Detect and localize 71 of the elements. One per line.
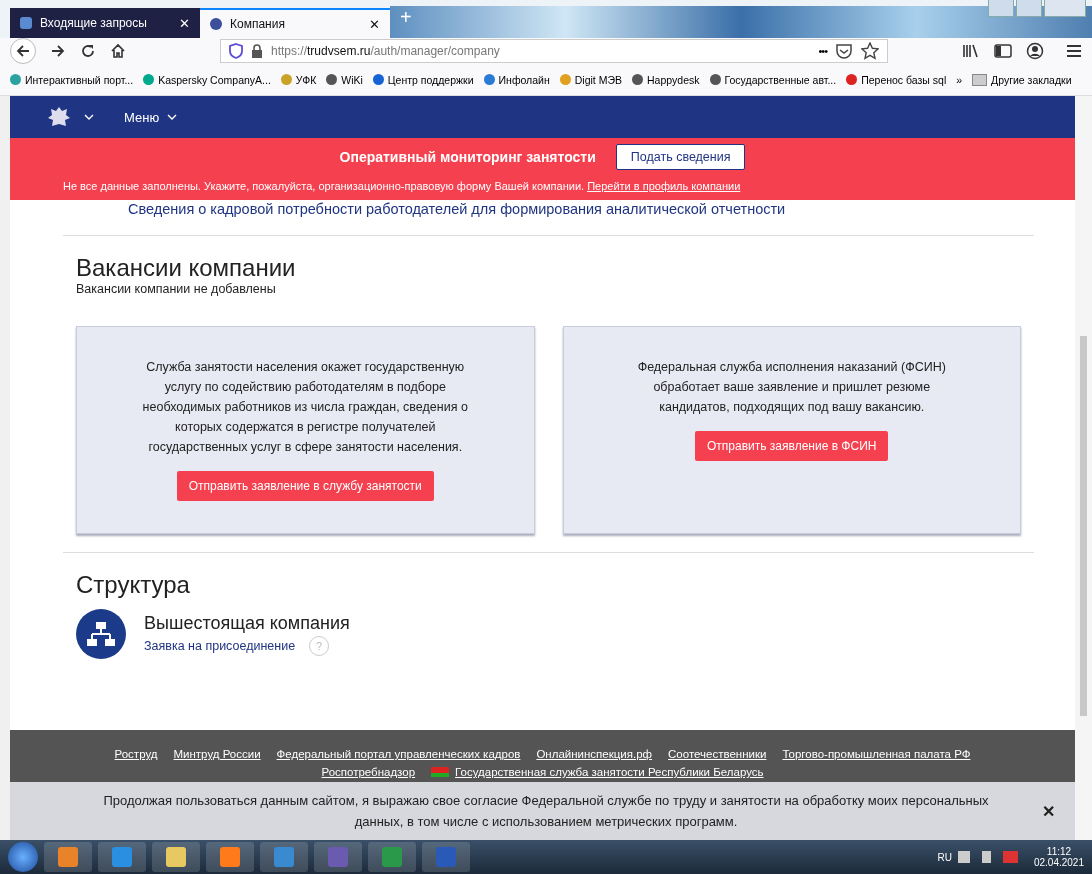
bookmark[interactable]: Центр поддержки (372, 73, 474, 86)
shield-icon (229, 43, 243, 59)
menu-icon[interactable] (1066, 44, 1082, 58)
footer-link[interactable]: Государственная служба занятости Республики Беларусь (455, 766, 764, 778)
section-title: Вакансии компании (76, 254, 297, 282)
profile-link[interactable]: Перейти в профиль компании (587, 180, 741, 192)
join-request-link[interactable]: Заявка на присоединение (144, 638, 296, 653)
taskbar-app-icon[interactable] (368, 842, 416, 872)
more-icon[interactable]: ••• (818, 45, 827, 57)
bookmark[interactable]: Перенос базы sql (846, 73, 947, 86)
back-arrow-icon (15, 43, 31, 59)
lock-icon (251, 44, 263, 58)
pocket-icon[interactable] (835, 42, 853, 60)
empty-message: Вакансии компании не добавлены (76, 282, 277, 296)
footer-link[interactable]: Торгово-промышленная палата РФ (782, 748, 971, 760)
flag-icon (431, 767, 450, 777)
sidebar-icon[interactable] (994, 43, 1012, 59)
footer-link[interactable]: Роструд (114, 748, 158, 760)
bookmark[interactable]: Инфолайн (483, 73, 550, 86)
start-button[interactable] (8, 842, 38, 872)
bookmark[interactable]: Happydesk (632, 73, 700, 86)
star-icon[interactable] (861, 42, 879, 60)
parent-company-label: Вышестоящая компания (144, 612, 350, 634)
alert-message: Не все данные заполнены. Укажите, пожалуйста, организационно-правовую форму Вашей компании. (63, 180, 585, 192)
close-button[interactable]: ✕ (1042, 801, 1055, 821)
bookmark[interactable]: Kaspersky CompanyA... (143, 73, 271, 86)
bookmark-folder[interactable]: Другие закладки (972, 73, 1072, 86)
menu-button[interactable]: Меню (124, 109, 178, 125)
footer-link[interactable]: Роспотребнадзор (321, 766, 416, 778)
back-button[interactable] (10, 38, 36, 64)
close-icon[interactable]: ✕ (369, 16, 380, 32)
cookie-notice: Продолжая пользоваться данным сайтом, я выражаю свое согласие Федеральной службе по труду и занятости на обработку моих персональных данных, в том числе с использованием метрических программ. (102, 792, 990, 831)
section-title: Структура (76, 571, 191, 599)
clock-time: 11:12 (1046, 846, 1072, 857)
footer-link[interactable]: Минтруд России (173, 748, 261, 760)
send-button[interactable]: Отправить заявление в ФСИН (695, 431, 889, 461)
report-link[interactable]: Сведения о кадровой потребности работодателей для формирования аналитической отчетности (128, 201, 786, 217)
bookmark[interactable]: Интерактивный порт... (10, 73, 134, 86)
alert-title: Оперативный мониторинг занятости (339, 149, 596, 165)
address-bar[interactable]: https://trudvsem.ru/auth/manager/company ••• (220, 39, 888, 63)
reload-icon[interactable] (80, 43, 96, 59)
bookmark[interactable]: WiKi (326, 73, 363, 86)
close-icon[interactable]: ✕ (179, 15, 190, 31)
more-bookmarks-button[interactable]: » (956, 73, 963, 86)
clock-date: 02.04.2021 (1033, 857, 1084, 868)
scrollbar[interactable] (1075, 96, 1092, 840)
hierarchy-icon (76, 609, 126, 659)
logo-icon (20, 17, 32, 29)
chevron-icon (167, 114, 178, 120)
send-button[interactable]: Отправить заявление в службу занятости (176, 471, 434, 501)
footer-link[interactable]: Соотечественники (668, 748, 767, 760)
card-text: Федеральная служба исполнения наказаний (ФСИН) обработает ваше заявление и пришлет резюме кандидатов, подходящих под вашу вакансию. (636, 359, 947, 416)
language-indicator[interactable]: RU (937, 851, 952, 863)
browser-tab[interactable]: Компания ✕ (200, 8, 390, 38)
card-text: Служба занятости населения окажет государственную услугу по содействию работодателям в подборе необходимых работников из числа граждан, сведения о которых содержатся в регистре получателей государственных услуг в сфере занятости населения. (141, 359, 469, 456)
bookmark[interactable]: УФК (280, 73, 317, 86)
taskbar-app-icon[interactable] (206, 842, 254, 872)
account-icon[interactable] (1026, 42, 1044, 60)
forward-icon[interactable] (50, 43, 66, 59)
footer-link[interactable]: Федеральный портал управленческих кадров (276, 748, 521, 760)
footer-link[interactable]: Онлайнинспекция.рф (536, 748, 653, 760)
browser-tab[interactable]: Входящие запросы ✕ (10, 8, 200, 38)
taskbar-app-icon[interactable] (44, 842, 92, 872)
library-icon[interactable] (962, 43, 980, 59)
bookmark[interactable]: Государственные авт... (709, 73, 837, 86)
taskbar-app-icon[interactable] (98, 842, 146, 872)
bookmark[interactable]: Digit МЭВ (559, 73, 622, 86)
chevron-icon[interactable] (84, 114, 94, 120)
submit-button[interactable]: Подать сведения (615, 144, 746, 170)
home-icon[interactable] (110, 43, 126, 59)
taskbar-app-icon[interactable] (152, 842, 200, 872)
